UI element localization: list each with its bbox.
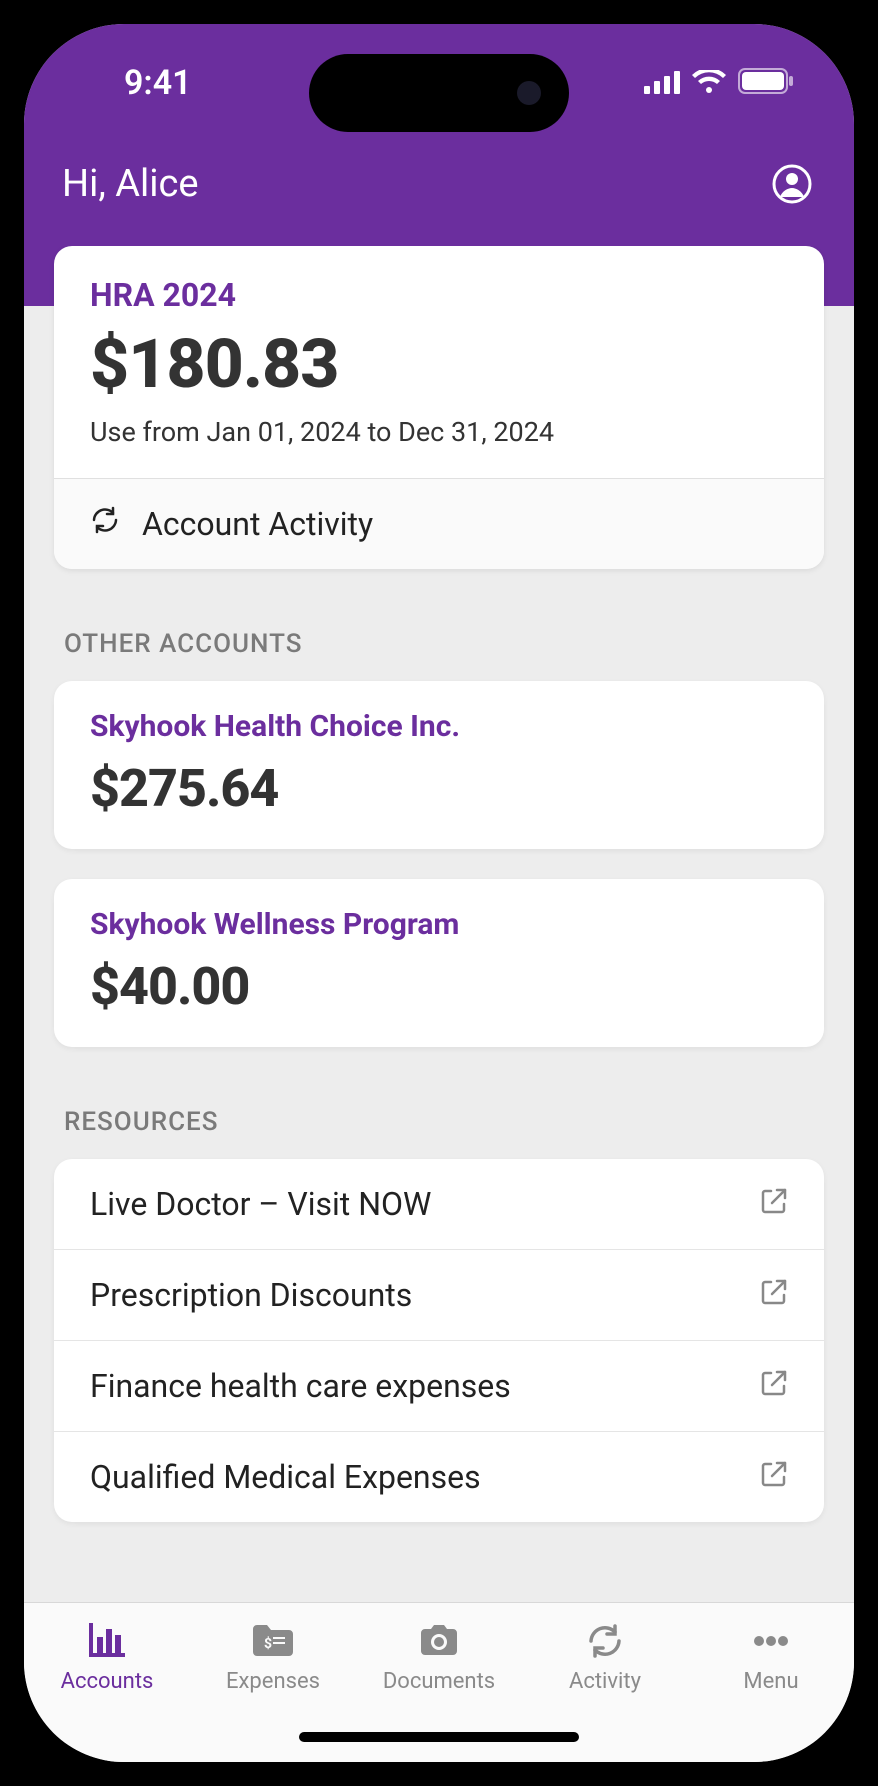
account-activity-label: Account Activity (142, 505, 373, 543)
device-notch (309, 54, 569, 132)
resource-row-prescription[interactable]: Prescription Discounts (54, 1250, 824, 1341)
tab-accounts[interactable]: Accounts (24, 1621, 190, 1694)
wifi-icon (692, 63, 726, 103)
resource-row-qualified[interactable]: Qualified Medical Expenses (54, 1432, 824, 1522)
app-header: Hi, Alice (24, 142, 854, 246)
profile-button[interactable] (770, 162, 814, 206)
other-account-balance: $275.64 (90, 758, 788, 819)
refresh-icon (585, 1621, 625, 1661)
more-dots-icon (749, 1621, 793, 1661)
screen: 9:41 Hi, Alice (24, 24, 854, 1762)
main-content[interactable]: HRA 2024 $180.83 Use from Jan 01, 2024 t… (24, 246, 854, 1602)
svg-text:$: $ (264, 1635, 272, 1652)
other-accounts-header: OTHER ACCOUNTS (54, 599, 824, 681)
tab-label: Activity (569, 1669, 641, 1694)
external-link-icon (760, 1458, 788, 1496)
battery-icon (738, 63, 794, 103)
tab-activity[interactable]: Activity (522, 1621, 688, 1694)
home-indicator[interactable] (299, 1732, 579, 1742)
other-account-balance: $40.00 (90, 956, 788, 1017)
resource-label: Prescription Discounts (90, 1276, 412, 1314)
status-indicators (644, 63, 794, 103)
resource-row-live-doctor[interactable]: Live Doctor – Visit NOW (54, 1159, 824, 1250)
tab-label: Documents (383, 1669, 495, 1694)
resource-label: Finance health care expenses (90, 1367, 511, 1405)
external-link-icon (760, 1276, 788, 1314)
device-frame: 9:41 Hi, Alice (0, 0, 878, 1786)
camera-icon (417, 1621, 461, 1661)
resource-label: Qualified Medical Expenses (90, 1458, 481, 1496)
primary-account-balance: $180.83 (90, 324, 788, 404)
resource-row-finance[interactable]: Finance health care expenses (54, 1341, 824, 1432)
tab-label: Expenses (226, 1669, 320, 1694)
folder-dollar-icon: $ (251, 1621, 295, 1661)
resource-label: Live Doctor – Visit NOW (90, 1185, 431, 1223)
primary-account-card[interactable]: HRA 2024 $180.83 Use from Jan 01, 2024 t… (54, 246, 824, 569)
refresh-icon (90, 505, 120, 543)
external-link-icon (760, 1185, 788, 1223)
status-time: 9:41 (84, 63, 192, 103)
tab-label: Accounts (61, 1669, 154, 1694)
other-account-card[interactable]: Skyhook Health Choice Inc. $275.64 (54, 681, 824, 849)
tab-expenses[interactable]: $ Expenses (190, 1621, 356, 1694)
other-account-title: Skyhook Health Choice Inc. (90, 709, 788, 744)
tab-label: Menu (743, 1669, 798, 1694)
other-account-title: Skyhook Wellness Program (90, 907, 788, 942)
bar-chart-icon (87, 1621, 127, 1661)
user-circle-icon (772, 164, 812, 204)
external-link-icon (760, 1367, 788, 1405)
cellular-icon (644, 63, 680, 103)
other-account-card[interactable]: Skyhook Wellness Program $40.00 (54, 879, 824, 1047)
tab-menu[interactable]: Menu (688, 1621, 854, 1694)
account-activity-button[interactable]: Account Activity (54, 478, 824, 569)
resource-list: Live Doctor – Visit NOW Prescription Dis… (54, 1159, 824, 1522)
primary-account-title: HRA 2024 (90, 276, 788, 314)
tab-documents[interactable]: Documents (356, 1621, 522, 1694)
primary-account-range: Use from Jan 01, 2024 to Dec 31, 2024 (90, 416, 788, 448)
resources-header: RESOURCES (54, 1077, 824, 1159)
greeting-text: Hi, Alice (62, 162, 199, 206)
